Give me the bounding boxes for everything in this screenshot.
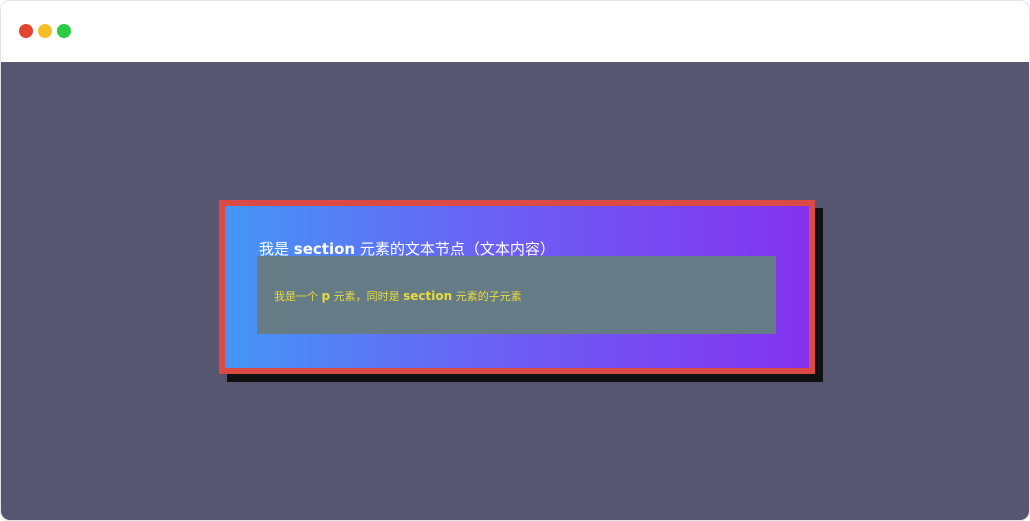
window-titlebar: [1, 1, 1029, 62]
p-element: 我是一个 p 元素，同时是 section 元素的子元素: [257, 256, 776, 334]
p-text-prefix: 我是一个: [274, 290, 322, 303]
maximize-button[interactable]: [57, 24, 71, 38]
p-text-keyword-p: p: [321, 289, 331, 303]
p-text-node: 我是一个 p 元素，同时是 section 元素的子元素: [274, 288, 522, 304]
close-button[interactable]: [19, 24, 33, 38]
p-text-keyword-section: section: [403, 289, 453, 303]
p-text-suffix: 元素的子元素: [452, 290, 522, 303]
minimize-button[interactable]: [38, 24, 52, 38]
page-viewport: 我是 section 元素的文本节点（文本内容） 我是一个 p 元素，同时是 s…: [1, 62, 1029, 520]
p-text-middle: 元素，同时是: [330, 290, 404, 303]
section-element: 我是 section 元素的文本节点（文本内容） 我是一个 p 元素，同时是 s…: [219, 200, 815, 374]
browser-window: 我是 section 元素的文本节点（文本内容） 我是一个 p 元素，同时是 s…: [0, 0, 1030, 521]
